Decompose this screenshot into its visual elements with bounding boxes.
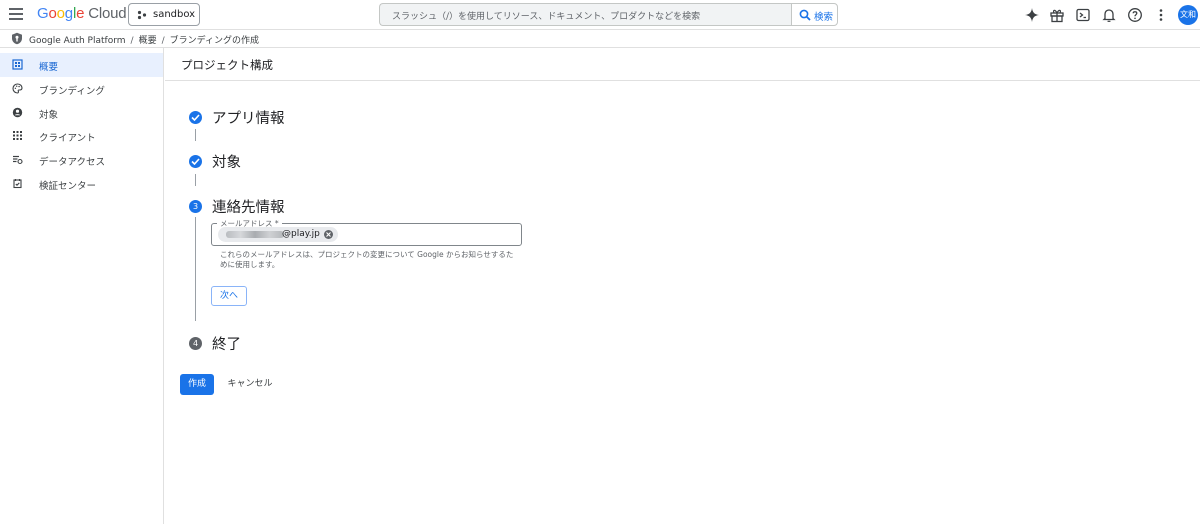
- step-connector: [195, 217, 196, 321]
- search-placeholder: スラッシュ（/）を使用してリソース、ドキュメント、プロダクトなどを検索: [392, 12, 701, 22]
- breadcrumb-item-overview[interactable]: 概要: [139, 36, 157, 46]
- breadcrumb-separator: /: [130, 36, 134, 46]
- sidebar: 概要 ブランディング 対象 クライアント データアクセス 検証センター: [0, 48, 164, 524]
- sidebar-item-clients[interactable]: クライアント: [0, 124, 163, 148]
- step-2-check-icon: [189, 155, 202, 168]
- top-bar: Google Cloud sandbox スラッシュ（/）を使用してリソース、ド…: [0, 0, 1200, 30]
- step-3-label[interactable]: 連絡先情報: [212, 196, 285, 217]
- next-button[interactable]: 次へ: [211, 286, 247, 306]
- email-chip[interactable]: @play.jp: [218, 227, 338, 242]
- cloud-shell-icon[interactable]: [1075, 7, 1091, 23]
- page-title: プロジェクト構成: [181, 58, 273, 72]
- notifications-icon[interactable]: [1101, 7, 1117, 23]
- search-button[interactable]: 検索: [791, 3, 838, 26]
- more-vert-icon[interactable]: [1153, 7, 1169, 23]
- step-3-number: 3: [189, 200, 202, 213]
- sidebar-item-data-access[interactable]: データアクセス: [0, 148, 163, 172]
- auth-platform-shield-icon: [12, 32, 22, 45]
- breadcrumb-item-auth-platform[interactable]: Google Auth Platform: [29, 36, 126, 46]
- data-access-icon: [13, 155, 23, 165]
- breadcrumb: Google Auth Platform / 概要 / ブランディングの作成: [29, 33, 264, 46]
- avatar[interactable]: 文和: [1178, 5, 1198, 25]
- project-name: sandbox: [153, 9, 196, 20]
- breadcrumb-separator: /: [161, 36, 165, 46]
- breadcrumb-item-current: ブランディングの作成: [169, 36, 259, 46]
- project-nodes-icon: [137, 10, 147, 20]
- dashboard-icon: [12, 59, 23, 70]
- sidebar-item-audience[interactable]: 対象: [0, 101, 163, 125]
- hamburger-menu-icon[interactable]: [9, 8, 23, 20]
- step-4-number: 4: [189, 337, 202, 350]
- help-icon[interactable]: [1127, 7, 1143, 23]
- sidebar-item-branding[interactable]: ブランディング: [0, 77, 163, 101]
- step-1-check-icon: [189, 111, 202, 124]
- search-input[interactable]: スラッシュ（/）を使用してリソース、ドキュメント、プロダクトなどを検索: [379, 3, 791, 26]
- step-1-label[interactable]: アプリ情報: [212, 107, 285, 128]
- gemini-sparkle-icon[interactable]: [1024, 7, 1040, 23]
- cancel-button[interactable]: キャンセル: [222, 374, 278, 395]
- grid-icon: [13, 131, 22, 140]
- redacted-email-local-part: [226, 231, 284, 238]
- search-icon: [799, 9, 811, 21]
- sidebar-item-overview[interactable]: 概要: [0, 53, 163, 77]
- email-chip-domain: @play.jp: [282, 229, 320, 239]
- person-icon: [12, 107, 23, 118]
- breadcrumb-bar: Google Auth Platform / 概要 / ブランディングの作成: [0, 30, 1200, 48]
- step-connector: [195, 174, 196, 186]
- project-picker-button[interactable]: sandbox: [128, 3, 200, 26]
- verified-icon: [13, 179, 22, 189]
- sidebar-item-verification-center[interactable]: 検証センター: [0, 172, 163, 196]
- chip-remove-icon[interactable]: [324, 230, 333, 239]
- step-connector: [195, 129, 196, 141]
- step-4-label[interactable]: 終了: [212, 333, 241, 354]
- google-cloud-logo[interactable]: Google Cloud: [37, 5, 127, 22]
- create-button[interactable]: 作成: [180, 374, 214, 395]
- email-helper-text: これらのメールアドレスは、プロジェクトの変更について Google からお知らせ…: [220, 250, 514, 269]
- title-divider: [165, 80, 1200, 81]
- palette-icon: [12, 83, 23, 94]
- gift-icon[interactable]: [1049, 7, 1065, 23]
- step-2-label[interactable]: 対象: [212, 151, 241, 172]
